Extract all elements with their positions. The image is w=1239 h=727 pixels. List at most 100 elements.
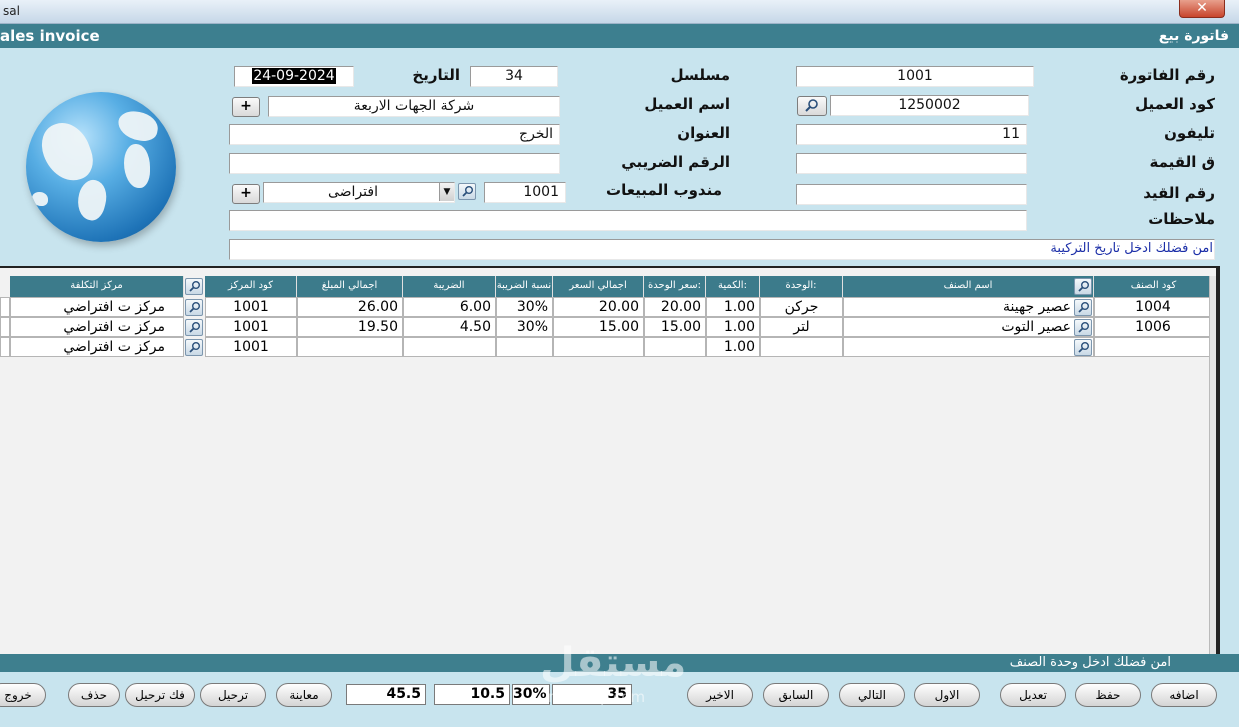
exit-button[interactable]: خروج [0,683,46,707]
phone-field[interactable]: 11 [796,124,1027,145]
cell-tax-rate[interactable]: 30% [496,317,553,337]
window-close-button[interactable]: ✕ [1179,0,1225,18]
invoice-no-field[interactable]: 1001 [796,66,1034,87]
item-search-header-button[interactable] [1074,278,1092,295]
delete-button[interactable]: حذف [68,683,120,707]
search-icon [805,99,818,112]
row-item-search-button[interactable] [1074,299,1092,316]
sales-rep-label: مندوب المبيعات [606,181,722,199]
cell-item-name[interactable] [843,337,1094,357]
search-icon [1078,281,1089,292]
cell-amount [297,337,403,357]
save-button[interactable]: حفظ [1075,683,1141,707]
cell-center-code[interactable]: 1001 [205,317,297,337]
col-tax: الضريبة [403,276,496,297]
cell-item-code[interactable] [1094,337,1212,357]
col-unit: الوحدة: [760,276,843,297]
notes-label: ملاحظات [1148,210,1215,228]
globe-icon [26,92,176,242]
cell-qty[interactable]: 1.00 [706,317,760,337]
window-titlebar: sal ✕ [0,0,1239,24]
cell-center-code[interactable]: 1001 [205,337,297,357]
next-button[interactable]: التالي [839,683,905,707]
previous-button[interactable]: السابق [763,683,829,707]
row-selector[interactable] [0,337,10,357]
watermark-logo: مستقل [540,640,687,686]
serial-label: مسلسل [670,66,730,84]
cell-qty[interactable]: 1.00 [706,337,760,357]
date-label: التاريخ [412,66,460,84]
add-button[interactable]: اضافه [1151,683,1217,707]
cell-tax-rate[interactable] [496,337,553,357]
search-icon [462,186,473,197]
tax-no-field[interactable] [229,153,560,174]
row-item-search-button[interactable] [1074,339,1092,356]
customer-name-field[interactable]: شركة الجهات الاربعة [268,96,560,117]
row-center-search-button[interactable] [185,319,203,336]
customer-code-label: كود العميل [1135,95,1215,113]
entry-no-label: رقم القيد [1143,184,1215,202]
cell-tax: 6.00 [403,297,496,317]
value-field[interactable] [796,153,1027,174]
cell-cost-center[interactable]: مركز ت افتراضي [10,317,184,337]
watermark-url: mostaql.com [548,688,646,706]
grid-vertical-scrollbar[interactable] [1209,276,1216,656]
col-center-code: كود المركز [205,276,297,297]
first-button[interactable]: الاول [914,683,980,707]
sales-rep-search-button[interactable] [458,183,476,200]
col-unit-price: سعر الوحدة: [644,276,706,297]
cell-tax: 4.50 [403,317,496,337]
entry-no-field[interactable] [796,184,1027,205]
cell-unit[interactable]: جركن [760,297,843,317]
add-customer-button[interactable]: + [232,97,260,117]
row-item-search-button[interactable] [1074,319,1092,336]
col-qty: الكمية: [706,276,760,297]
cell-item-code[interactable]: 1006 [1094,317,1212,337]
row-selector[interactable] [0,317,10,337]
cell-item-name[interactable]: عصير جهينة [843,297,1094,317]
customer-search-button[interactable] [797,96,827,116]
sales-rep-code-field[interactable]: 1001 [484,182,566,203]
cell-unit-price[interactable]: 15.00 [644,317,706,337]
window-title: sal [3,4,20,18]
col-amount: اجمالي المبلغ [297,276,403,297]
phone-label: تليفون [1164,124,1215,142]
center-search-header-button[interactable] [185,278,203,295]
search-icon [189,322,200,333]
header-title-ar: فاتورة بيع [1158,28,1229,44]
cell-qty[interactable]: 1.00 [706,297,760,317]
edit-button[interactable]: تعديل [1000,683,1066,707]
address-field[interactable]: الخرج [229,124,560,145]
sales-rep-combo[interactable]: افتراضى ▼ [263,182,455,203]
cell-unit-price[interactable] [644,337,706,357]
hint-text: امن فضلك ادخل تاريخ التركيبة [1050,241,1213,256]
cell-unit-price[interactable]: 20.00 [644,297,706,317]
tax-no-label: الرقم الضريبي [621,153,730,171]
cell-center-code[interactable]: 1001 [205,297,297,317]
chevron-down-icon[interactable]: ▼ [439,183,454,201]
cell-cost-center[interactable]: مركز ت افتراضي [10,297,184,317]
cell-cost-center[interactable]: مركز ت افتراضي [10,337,184,357]
add-sales-rep-button[interactable]: + [232,184,260,204]
customer-name-label: اسم العميل [644,95,730,113]
serial-field[interactable]: 34 [470,66,558,87]
date-field[interactable]: 24-09-2024 [234,66,354,87]
row-selector[interactable] [0,297,10,317]
cell-item-name[interactable]: عصير التوت [843,317,1094,337]
row-center-search-button[interactable] [185,299,203,316]
search-icon [189,342,200,353]
cell-item-code[interactable]: 1004 [1094,297,1212,317]
last-button[interactable]: الاخير [687,683,753,707]
post-button[interactable]: ترحيل [200,683,266,707]
search-icon [1078,322,1089,333]
status-hint: امن فضلك ادخل وحدة الصنف [1009,655,1171,670]
customer-code-field[interactable]: 1250002 [830,95,1029,116]
cell-unit[interactable]: لتر [760,317,843,337]
col-total-price: اجمالي السعر [553,276,644,297]
notes-field[interactable] [229,210,1027,231]
preview-button[interactable]: معاينة [276,683,332,707]
unpost-button[interactable]: فك ترحيل [125,683,195,707]
cell-unit[interactable] [760,337,843,357]
row-center-search-button[interactable] [185,339,203,356]
cell-tax-rate[interactable]: 30% [496,297,553,317]
